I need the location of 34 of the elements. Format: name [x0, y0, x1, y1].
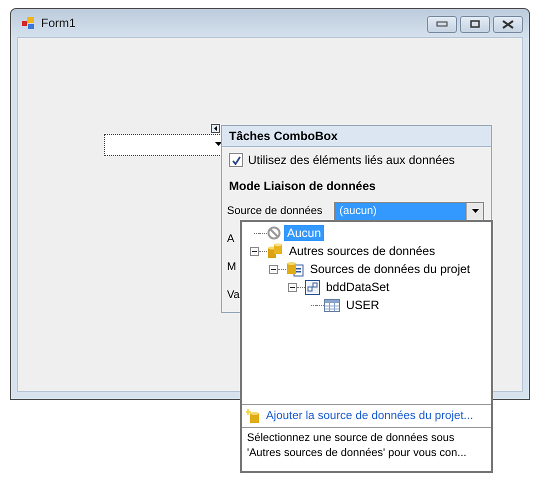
tree-item[interactable]: USER — [343, 297, 382, 313]
combo-box[interactable] — [104, 134, 224, 156]
dropdown-arrow-icon — [472, 209, 479, 213]
tree-item[interactable]: Sources de données du projet — [307, 261, 474, 277]
database-icon — [286, 261, 304, 277]
tree-item[interactable]: Autres sources de données — [286, 243, 438, 259]
panel-title: Tâches ComboBox — [229, 129, 338, 143]
window-title: Form1 — [41, 16, 77, 30]
tree-item[interactable]: bddDataSet — [323, 279, 392, 295]
description-text: Sélectionnez une source de données sous 'Autres sources de données' pour vous con... — [242, 427, 491, 471]
no-entry-icon — [267, 226, 281, 240]
section-title: Mode Liaison de données — [228, 178, 377, 195]
field-label: Va — [227, 289, 240, 301]
checkbox[interactable] — [229, 153, 243, 167]
close-button[interactable] — [493, 16, 523, 32]
collapse-toggle-icon[interactable] — [269, 264, 278, 274]
form-icon — [21, 16, 35, 30]
maximize-icon — [470, 20, 480, 28]
collapse-toggle-icon[interactable] — [288, 282, 297, 292]
close-icon — [502, 20, 514, 28]
minimize-button[interactable] — [427, 16, 457, 32]
maximize-button[interactable] — [460, 16, 490, 32]
add-data-source-link[interactable]: Ajouter la source de données du projet... — [242, 405, 491, 427]
new-database-icon — [246, 408, 260, 424]
smart-tag-icon[interactable] — [211, 124, 220, 133]
table-icon — [324, 298, 340, 312]
database-icon — [267, 243, 283, 259]
checkbox-label: Utilisez des éléments liés aux données — [248, 153, 455, 167]
field-label: M — [227, 261, 236, 273]
collapse-toggle-icon[interactable] — [250, 246, 259, 256]
dataset-icon — [305, 280, 320, 294]
minimize-icon — [436, 21, 448, 27]
field-label: A — [227, 233, 234, 245]
field-label: Source de données — [227, 205, 322, 217]
